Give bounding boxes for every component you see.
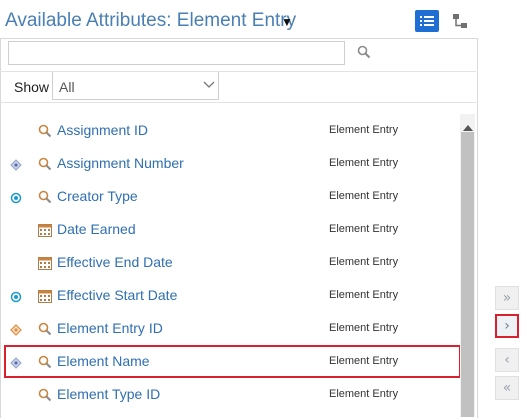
caret-down-icon[interactable]: ▼ — [281, 15, 293, 29]
attribute-row[interactable]: Assignment Number Element Entry — [4, 147, 460, 180]
chevron-down-icon — [203, 81, 215, 88]
search-input[interactable] — [8, 41, 345, 65]
attribute-category: Element Entry — [329, 190, 399, 202]
attribute-category: Element Entry — [329, 322, 399, 334]
search-icon[interactable] — [357, 45, 371, 64]
search-icon — [38, 388, 52, 402]
hierarchy-icon[interactable] — [450, 11, 470, 31]
attribute-name[interactable]: Element Type ID — [57, 386, 160, 402]
attribute-category: Element Entry — [329, 256, 399, 268]
attribute-row[interactable]: Date Earned Element Entry — [4, 213, 460, 246]
required-icon — [10, 356, 22, 369]
attribute-category: Element Entry — [329, 223, 399, 235]
move-selected-button[interactable]: › — [495, 314, 519, 338]
attribute-category: Element Entry — [329, 289, 399, 301]
attribute-row[interactable]: Element Entry ID Element Entry — [4, 312, 460, 345]
attribute-row[interactable]: Effective Start Date Element Entry — [4, 279, 460, 312]
attribute-row[interactable]: Creator Type Element Entry — [4, 180, 460, 213]
key-icon — [10, 290, 22, 303]
attribute-name[interactable]: Assignment Number — [57, 155, 184, 171]
attribute-name[interactable]: Effective End Date — [57, 254, 173, 270]
attribute-row[interactable]: Assignment ID Element Entry — [4, 114, 460, 147]
attribute-name[interactable]: Effective Start Date — [57, 287, 177, 303]
search-icon — [38, 355, 52, 369]
search-icon — [38, 190, 52, 204]
show-select[interactable]: All — [52, 72, 219, 100]
primary-key-icon — [10, 323, 22, 336]
attribute-row[interactable]: Element Type ID Element Entry — [4, 378, 460, 411]
attribute-name[interactable]: Date Earned — [57, 221, 136, 237]
list-view-icon[interactable] — [415, 10, 439, 32]
attribute-category: Element Entry — [329, 388, 399, 400]
attribute-name[interactable]: Assignment ID — [57, 122, 148, 138]
search-icon — [38, 157, 52, 171]
scroll-up-icon[interactable] — [463, 118, 473, 136]
attribute-name[interactable]: Creator Type — [57, 188, 138, 204]
page-title: Available Attributes: Element Entry — [5, 10, 297, 31]
remove-all-button[interactable]: « — [495, 376, 519, 400]
show-label: Show — [14, 79, 50, 95]
search-icon — [38, 124, 52, 138]
attribute-category: Element Entry — [329, 157, 399, 169]
attribute-row[interactable]: Element Name Element Entry — [4, 345, 461, 378]
remove-selected-button[interactable]: ‹ — [495, 348, 519, 372]
attribute-category: Element Entry — [329, 355, 399, 367]
attribute-row[interactable]: Effective End Date Element Entry — [4, 246, 460, 279]
key-icon — [10, 191, 22, 204]
attribute-name[interactable]: Element Entry ID — [57, 320, 163, 336]
scrollbar-thumb[interactable] — [461, 132, 474, 417]
required-icon — [10, 158, 22, 171]
calendar-icon — [38, 223, 52, 237]
show-select-value: All — [59, 79, 75, 95]
calendar-icon — [38, 256, 52, 270]
attribute-name[interactable]: Element Name — [57, 353, 150, 369]
attribute-category: Element Entry — [329, 124, 399, 136]
search-icon — [38, 322, 52, 336]
move-all-button[interactable]: » — [495, 286, 519, 310]
calendar-icon — [38, 289, 52, 303]
